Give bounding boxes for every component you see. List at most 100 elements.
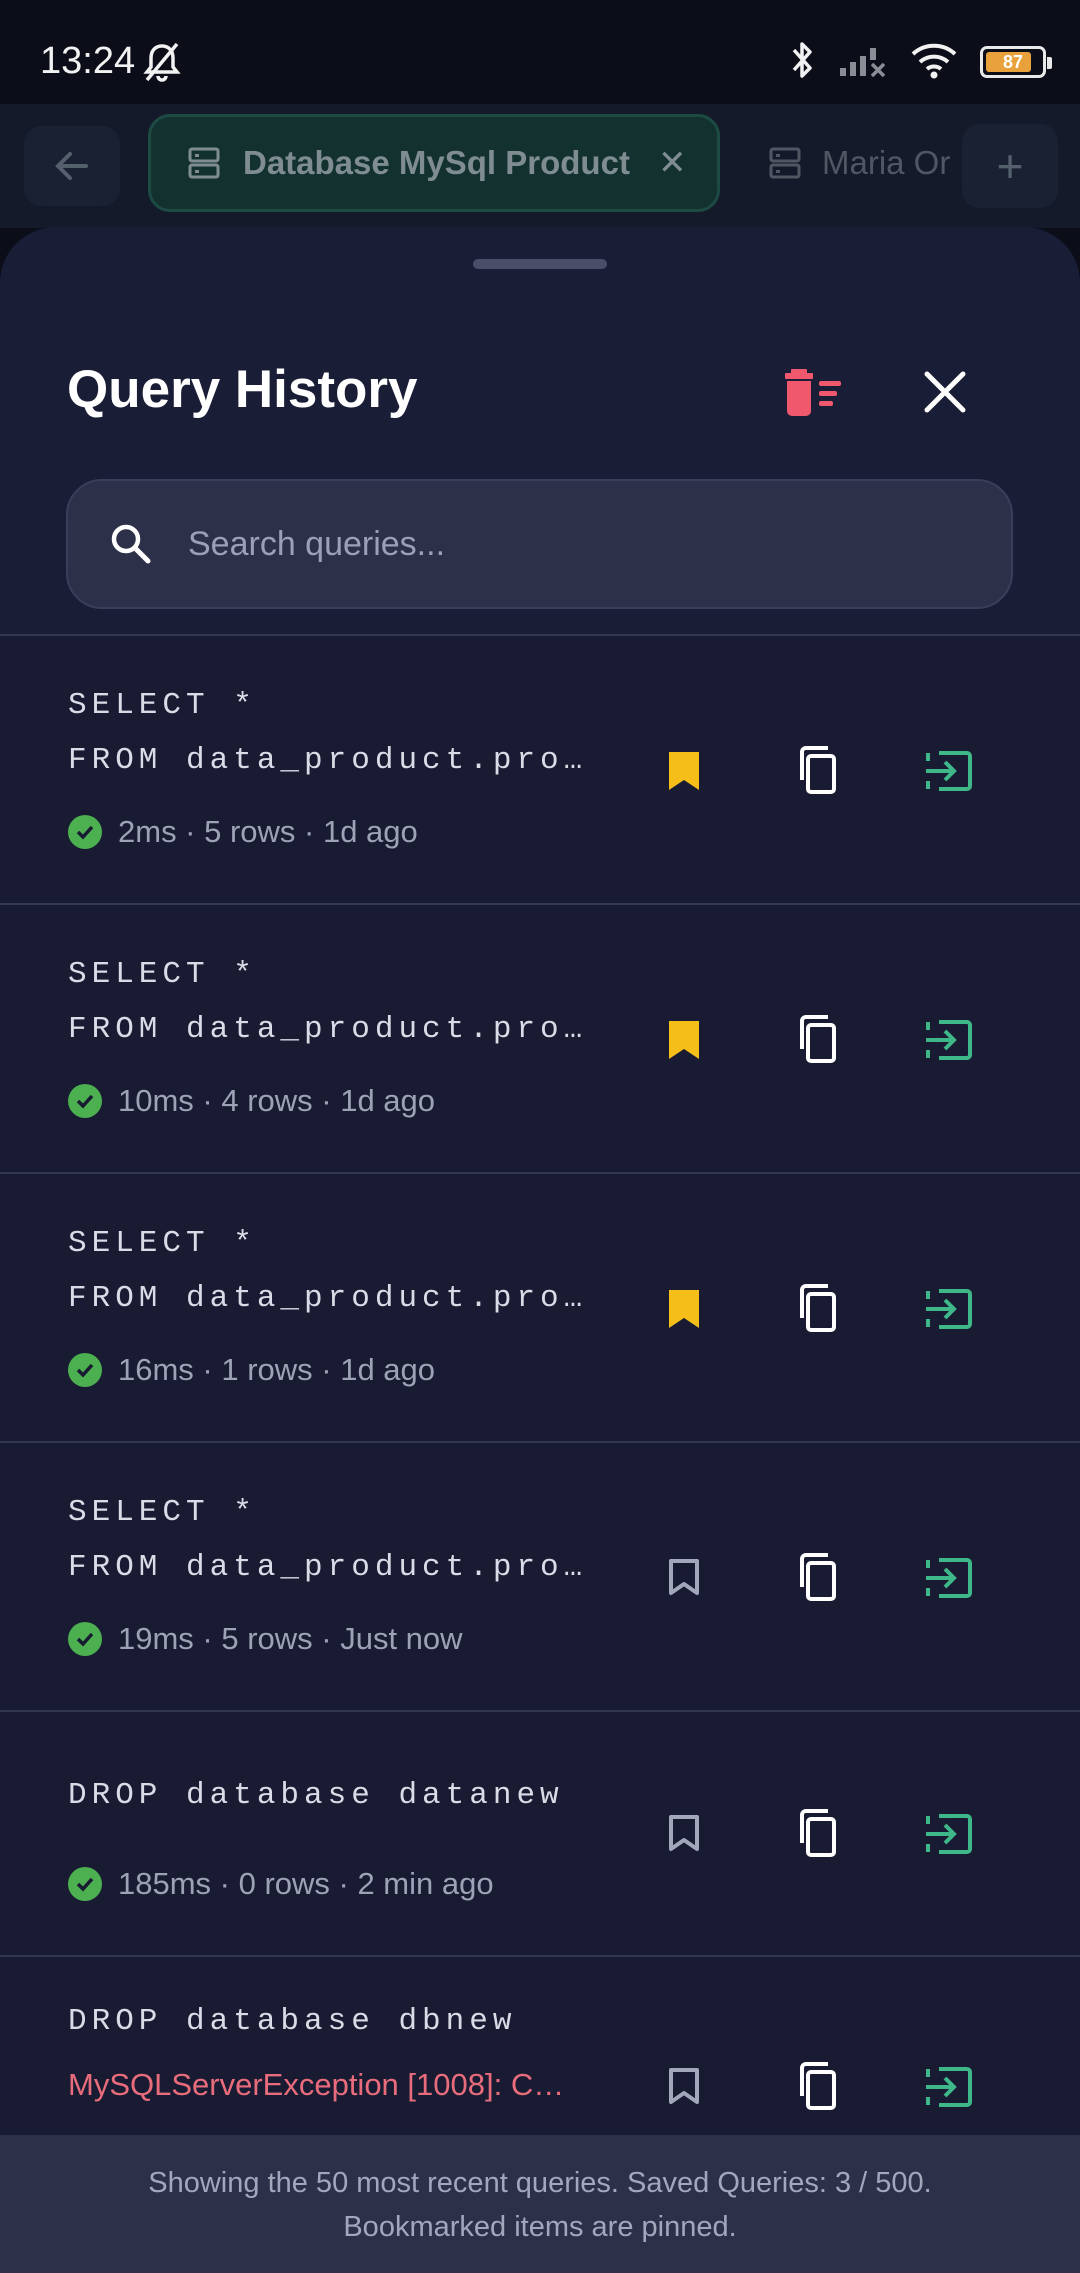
add-tab-button[interactable]: + (962, 124, 1058, 208)
query-meta: 185ms · 0 rows · 2 min ago (68, 1866, 494, 1902)
query-line-1: SELECT * (68, 1226, 257, 1261)
bookmark-outline-icon (669, 1559, 699, 1595)
footer-line-1: Showing the 50 most recent queries. Save… (148, 2167, 932, 2199)
bookmark-filled-icon (669, 1290, 699, 1328)
arrow-left-icon (55, 152, 88, 180)
status-time: 13:24 (40, 40, 136, 82)
query-history-sheet: Query History SELECT * FROM data_product… (0, 227, 1080, 2273)
bookmark-button[interactable] (644, 1269, 724, 1349)
tab-database-mysql-product[interactable]: Database MySql Product ✕ (148, 114, 720, 212)
search-box[interactable] (66, 479, 1013, 609)
close-tab-icon[interactable]: ✕ (658, 143, 687, 183)
battery-icon: 87 (980, 46, 1052, 78)
query-line-1: SELECT * (68, 1495, 257, 1530)
query-line-2: FROM data_product.pro… (68, 1550, 588, 1585)
signal-off-icon (838, 42, 888, 83)
bookmark-filled-icon (669, 752, 699, 790)
bookmark-button[interactable] (644, 1794, 724, 1874)
run-query-button[interactable] (908, 731, 988, 811)
query-meta-text: 10ms · 4 rows · 1d ago (118, 1083, 436, 1118)
query-item[interactable]: SELECT * FROM data_product.pro… 2ms · 5 … (0, 634, 1080, 903)
bookmark-button[interactable] (644, 731, 724, 811)
copy-icon (800, 2062, 836, 2110)
query-line-2: FROM data_product.pro… (68, 743, 588, 778)
query-item[interactable]: SELECT * FROM data_product.pro… 19ms · 5… (0, 1441, 1080, 1710)
query-item[interactable]: SELECT * FROM data_product.pro… 10ms · 4… (0, 903, 1080, 1172)
query-item[interactable]: DROP database datanew 185ms · 0 rows · 2… (0, 1710, 1080, 1955)
run-query-button[interactable] (908, 1000, 988, 1080)
mute-bell-icon (142, 40, 182, 89)
bookmark-button[interactable] (644, 1538, 724, 1618)
tab-label: Database MySql Product (243, 144, 630, 181)
query-meta: 19ms · 5 rows · Just now (68, 1621, 463, 1657)
bookmark-button[interactable] (644, 2047, 724, 2127)
clear-history-button[interactable] (780, 357, 850, 427)
insert-query-icon (926, 1020, 972, 1060)
query-meta-text: 16ms · 1 rows · 1d ago (118, 1352, 436, 1387)
tab-label: Maria Or (822, 144, 951, 181)
copy-button[interactable] (776, 1794, 856, 1874)
copy-button[interactable] (776, 1000, 856, 1080)
copy-button[interactable] (776, 731, 856, 811)
query-meta: 2ms · 5 rows · 1d ago (68, 814, 418, 850)
query-line-1: SELECT * (68, 688, 257, 723)
status-icons: 87 (790, 40, 1052, 85)
query-meta-text: 2ms · 5 rows · 1d ago (118, 814, 418, 849)
query-line-1: SELECT * (68, 957, 257, 992)
query-line-1: DROP database datanew (68, 1778, 564, 1813)
footer-line-2: Bookmarked items are pinned. (343, 2211, 737, 2243)
close-icon (924, 371, 966, 413)
search-icon (111, 524, 151, 564)
connection-tab-bar: Database MySql Product ✕ Maria Or + (0, 104, 1080, 228)
battery-level: 87 (1002, 51, 1024, 72)
bookmark-outline-icon (669, 1815, 699, 1851)
query-list: SELECT * FROM data_product.pro… 2ms · 5 … (0, 634, 1080, 2195)
database-server-icon (769, 147, 801, 179)
insert-query-icon (926, 1814, 972, 1854)
success-check-icon (68, 815, 102, 849)
bookmark-outline-icon (669, 2068, 699, 2104)
history-footer: Showing the 50 most recent queries. Save… (0, 2135, 1080, 2273)
close-sheet-button[interactable] (910, 357, 980, 427)
run-query-button[interactable] (908, 1538, 988, 1618)
database-server-icon (188, 147, 220, 179)
status-bar: 13:24 87 (0, 0, 1080, 104)
insert-query-icon (926, 1558, 972, 1598)
run-query-button[interactable] (908, 2047, 988, 2127)
query-error-text: MySQLServerException [1008]: C… (68, 2067, 565, 2102)
copy-button[interactable] (776, 1538, 856, 1618)
bluetooth-icon (790, 40, 816, 85)
back-button[interactable] (24, 126, 120, 206)
query-line-1: DROP database dbnew (68, 2004, 517, 2039)
success-check-icon (68, 1084, 102, 1118)
query-meta: 10ms · 4 rows · 1d ago (68, 1083, 435, 1119)
drag-handle[interactable] (473, 259, 607, 269)
run-query-button[interactable] (908, 1269, 988, 1349)
query-meta-text: 185ms · 0 rows · 2 min ago (118, 1866, 494, 1901)
copy-button[interactable] (776, 2047, 856, 2127)
copy-button[interactable] (776, 1269, 856, 1349)
copy-icon (800, 1809, 836, 1857)
insert-query-icon (926, 751, 972, 791)
query-line-2: FROM data_product.pro… (68, 1012, 588, 1047)
success-check-icon (68, 1867, 102, 1901)
insert-query-icon (926, 1289, 972, 1329)
success-check-icon (68, 1622, 102, 1656)
copy-icon (800, 1015, 836, 1063)
wifi-icon (910, 41, 958, 84)
run-query-button[interactable] (908, 1794, 988, 1874)
copy-icon (800, 1284, 836, 1332)
delete-sweep-icon (785, 369, 841, 416)
bookmark-button[interactable] (644, 1000, 724, 1080)
tab-maria[interactable]: Maria Or (768, 114, 958, 212)
query-item[interactable]: SELECT * FROM data_product.pro… 16ms · 1… (0, 1172, 1080, 1441)
copy-icon (800, 1553, 836, 1601)
query-meta-text: 19ms · 5 rows · Just now (118, 1621, 463, 1656)
bookmark-filled-icon (669, 1021, 699, 1059)
query-line-2: FROM data_product.pro… (68, 1281, 588, 1316)
query-meta: 16ms · 1 rows · 1d ago (68, 1352, 435, 1388)
copy-icon (800, 746, 836, 794)
sheet-title: Query History (67, 360, 418, 419)
search-input[interactable] (188, 524, 888, 564)
success-check-icon (68, 1353, 102, 1387)
